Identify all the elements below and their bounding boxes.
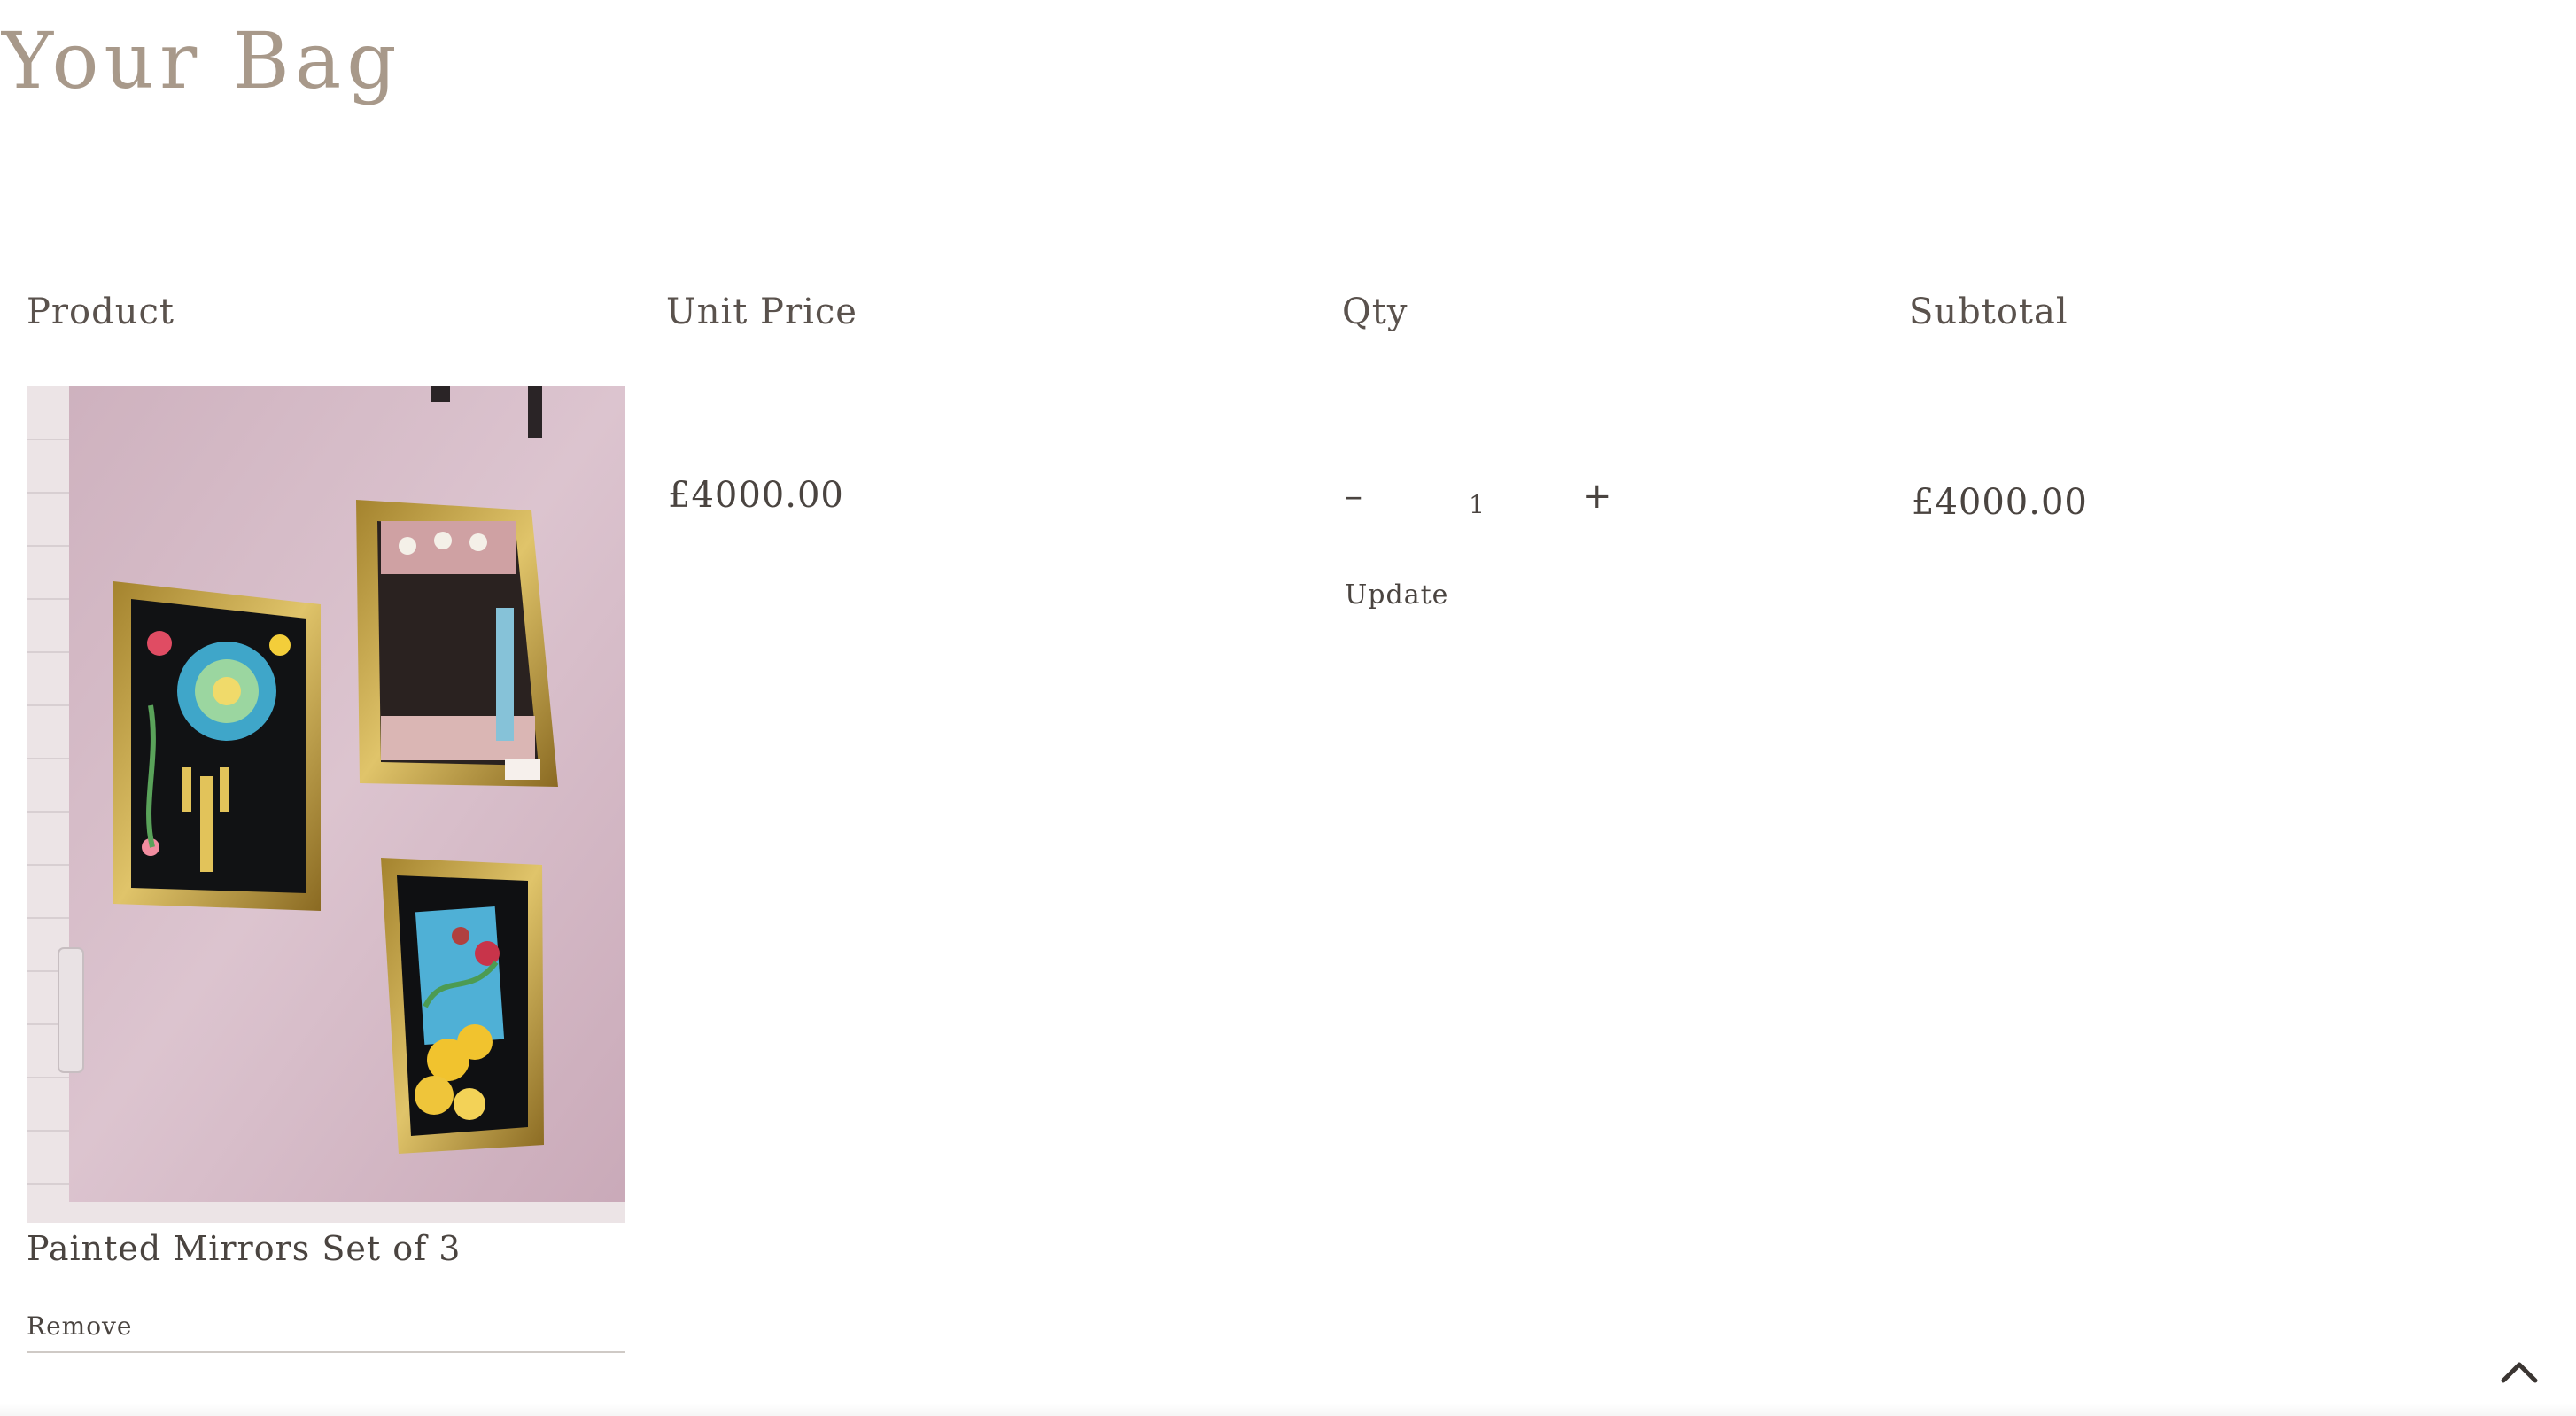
page-title: Your Bag	[2, 15, 402, 106]
column-header-qty: Qty	[1342, 292, 1408, 332]
painted-mirrors-image	[27, 386, 625, 1223]
subtotal-value: £4000.00	[1912, 482, 2088, 523]
quantity-decrease-button[interactable]: –	[1345, 478, 1362, 514]
quantity-input[interactable]	[1400, 489, 1554, 520]
column-header-subtotal: Subtotal	[1909, 292, 2068, 332]
product-image[interactable]	[27, 386, 625, 1223]
chevron-up-icon[interactable]	[2500, 1358, 2539, 1384]
page-bottom-shadow	[0, 1404, 2576, 1416]
update-button[interactable]: Update	[1345, 580, 1448, 611]
cart-page: Your Bag Product Unit Price Qty Subtotal	[0, 0, 2576, 1416]
column-header-unit-price: Unit Price	[666, 292, 857, 332]
column-header-product: Product	[27, 292, 175, 332]
unit-price-value: £4000.00	[668, 475, 844, 516]
product-name[interactable]: Painted Mirrors Set of 3	[27, 1228, 461, 1271]
remove-button[interactable]: Remove	[27, 1311, 625, 1353]
quantity-increase-button[interactable]: +	[1582, 478, 1612, 514]
